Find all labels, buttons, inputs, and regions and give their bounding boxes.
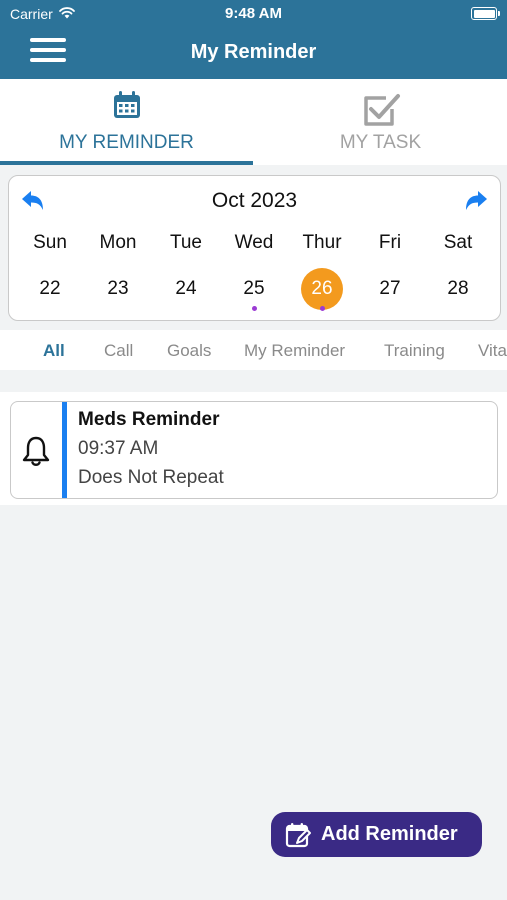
weekday-label: Sat [443, 232, 473, 253]
tab-my-task[interactable]: MY TASK [254, 79, 507, 165]
calendar-date[interactable]: 22 [16, 268, 84, 310]
calendar-date[interactable]: 23 [84, 268, 152, 310]
month-label: Oct 2023 [211, 189, 298, 212]
active-tab-indicator [0, 161, 253, 165]
weekday-label: Fri [378, 232, 402, 253]
weekday-label: Thur [302, 232, 342, 253]
add-reminder-button[interactable]: Add Reminder [271, 812, 482, 857]
reminder-repeat: Does Not Repeat [78, 467, 224, 488]
calendar-date[interactable]: 24 [152, 268, 220, 310]
reminder-card[interactable]: Meds Reminder 09:37 AM Does Not Repeat [10, 401, 498, 499]
event-dot [319, 306, 325, 311]
week-calendar: Oct 2023 Sun Mon Tue Wed Thur Fri Sat 22… [8, 175, 501, 321]
reminder-title: Meds Reminder [78, 409, 220, 430]
date-number: 24 [175, 278, 197, 299]
status-bar: Carrier 9:48 AM [0, 0, 507, 28]
filter-call[interactable]: Call [104, 341, 133, 361]
battery-icon [471, 7, 500, 20]
date-number: 28 [447, 278, 469, 299]
date-number: 27 [379, 278, 401, 299]
weekday-label: Tue [169, 232, 203, 253]
reminder-time: 09:37 AM [78, 438, 159, 459]
add-reminder-label: Add Reminder [321, 823, 458, 845]
filter-vitals[interactable]: Vita [478, 341, 507, 361]
category-filter-bar: All Call Goals My Reminder Training Vita [0, 330, 507, 370]
date-row: 22 23 24 25 26 27 28 [16, 268, 493, 311]
tab-my-reminder[interactable]: MY REMINDER [0, 79, 253, 165]
card-accent-bar [62, 402, 67, 498]
tab-bar: MY REMINDER MY TASK [0, 79, 507, 165]
weekday-row: Sun Mon Tue Wed Thur Fri Sat [16, 232, 493, 254]
tab-my-task-label: MY TASK [339, 132, 422, 153]
filter-all[interactable]: All [43, 341, 65, 361]
calendar-date[interactable]: 28 [424, 268, 492, 310]
bell-icon [21, 435, 51, 472]
calendar-date[interactable]: 25 [220, 268, 288, 311]
page-title: My Reminder [190, 41, 317, 63]
weekday-label: Sun [33, 232, 67, 253]
date-number: 26 [301, 268, 343, 310]
calendar-date[interactable]: 27 [356, 268, 424, 310]
weekday-label: Mon [99, 232, 137, 253]
date-number: 25 [243, 278, 265, 299]
app-header: Carrier 9:48 AM My Reminder [0, 0, 507, 79]
filter-goals[interactable]: Goals [167, 341, 211, 361]
reminder-list: Meds Reminder 09:37 AM Does Not Repeat [0, 392, 507, 505]
tab-my-reminder-label: MY REMINDER [59, 132, 194, 153]
weekday-label: Wed [234, 232, 274, 253]
next-week-arrow-icon[interactable] [464, 190, 488, 217]
date-number: 22 [39, 278, 61, 299]
calendar-icon [0, 90, 253, 120]
calendar-edit-icon [285, 822, 313, 853]
filter-my-reminder[interactable]: My Reminder [244, 341, 345, 361]
filter-training[interactable]: Training [384, 341, 445, 361]
event-dot [251, 306, 257, 311]
status-time: 9:48 AM [225, 5, 282, 22]
calendar-date-selected[interactable]: 26 [288, 268, 356, 311]
checkbox-icon [254, 90, 507, 130]
date-number: 23 [107, 278, 129, 299]
